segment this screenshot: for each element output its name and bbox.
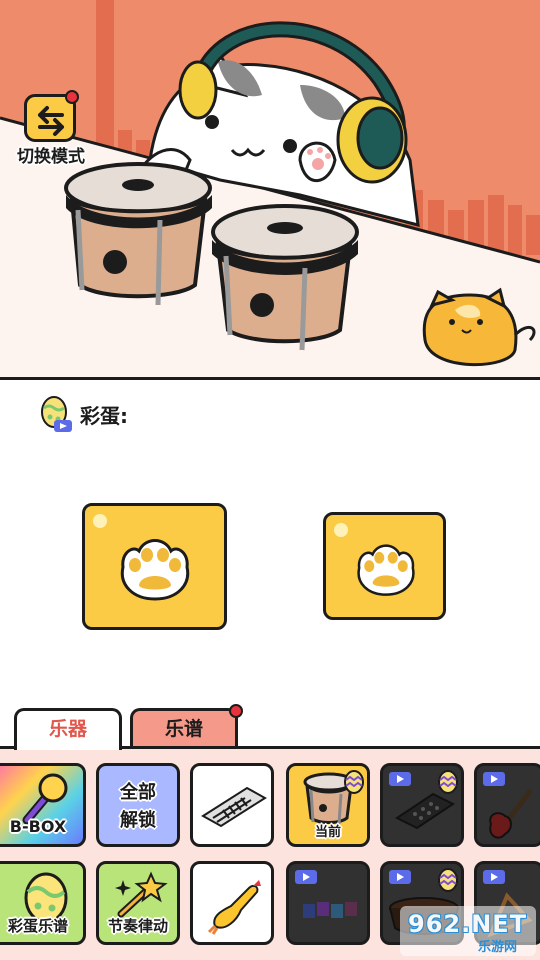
egg-badge-icon [344, 770, 364, 794]
instrument-label: 彩蛋乐谱 [7, 917, 68, 935]
button-shine [334, 523, 348, 537]
instrument-card-bongo-selected[interactable]: 当前 [286, 763, 370, 847]
instrument-card-rhythm[interactable]: 节奏律动 [96, 861, 180, 945]
instrument-label: 节奏律动 [107, 917, 168, 935]
instrument-card-keyboard[interactable] [190, 763, 274, 847]
keyboard-icon [201, 786, 267, 828]
easter-egg-slot-1[interactable] [82, 503, 227, 630]
mode-switch-label: 切换模式 [17, 147, 85, 167]
instrument-card-guitar-locked[interactable] [474, 763, 540, 847]
guitar-icon [489, 788, 533, 839]
video-unlock-icon [389, 772, 411, 786]
cups-icon [303, 902, 357, 918]
paw-icon [357, 544, 415, 596]
instrument-card-bbox[interactable]: B-BOX [0, 763, 86, 847]
current-label: 当前 [314, 825, 341, 840]
rubber-chicken-icon [207, 880, 261, 935]
magic-wand-icon [115, 871, 168, 918]
easter-egg-label: 彩蛋: [80, 403, 128, 428]
swap-arrows-icon [38, 106, 64, 136]
egg-badge-icon [438, 868, 458, 892]
notification-dot [65, 90, 79, 104]
easter-egg-header: 彩蛋: [40, 394, 128, 434]
mode-switch-button[interactable]: 切换模式 [10, 90, 92, 167]
site-watermark: 962.NET 乐游网 [400, 906, 536, 956]
paw-icon [120, 539, 190, 601]
instrument-card-egg-scores[interactable]: 彩蛋乐谱 [0, 861, 86, 945]
instrument-card-launchpad-locked[interactable] [380, 763, 464, 847]
egg-badge-icon [438, 770, 458, 794]
video-unlock-icon [483, 870, 505, 884]
instrument-card-rubber-chicken[interactable] [190, 861, 274, 945]
instrument-label: B-BOX [9, 817, 67, 836]
notification-dot [229, 704, 243, 718]
easter-egg-slot-2[interactable] [323, 512, 446, 620]
unlock-all-line2: 解锁 [120, 810, 156, 831]
cat-bongo-illustration [0, 0, 540, 380]
tab-instruments[interactable]: 乐器 [14, 708, 122, 750]
unlock-all-line1: 全部 [120, 782, 156, 803]
tab-scores-label: 乐谱 [164, 718, 203, 740]
launchpad-icon [395, 792, 455, 830]
egg-video-icon [40, 394, 74, 434]
watermark-subtext: 乐游网 [478, 940, 518, 955]
video-unlock-icon [389, 870, 411, 884]
video-unlock-icon [295, 870, 317, 884]
instrument-card-cups-locked[interactable] [286, 861, 370, 945]
watermark-text: 962.NET [408, 910, 528, 938]
tab-scores[interactable]: 乐谱 [130, 704, 243, 748]
unlock-all-button[interactable]: 全部 解锁 [96, 763, 180, 847]
button-shine [93, 514, 107, 528]
instrument-scene[interactable]: 切换模式 [0, 0, 540, 380]
video-unlock-icon [483, 772, 505, 786]
scene-divider [0, 377, 540, 380]
